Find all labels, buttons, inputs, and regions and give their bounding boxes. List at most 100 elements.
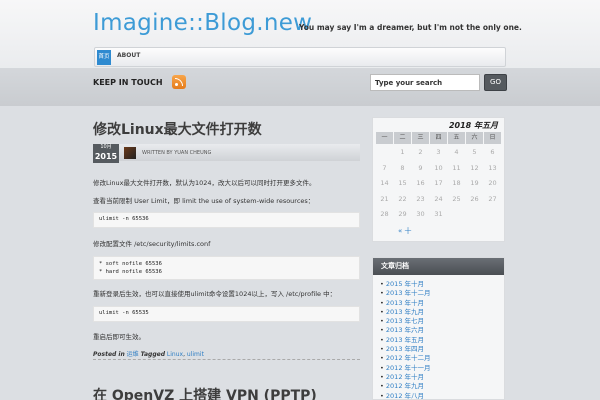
archive-item-label[interactable]: 2012 年十二月	[386, 354, 431, 362]
archive-item[interactable]: • 2013 年九月	[380, 308, 431, 317]
calendar-day: 11	[452, 163, 461, 172]
calendar-day: 6	[490, 148, 495, 156]
calendar-day: 10	[434, 163, 443, 172]
calendar-weekday: 二	[394, 132, 411, 144]
calendar-prev-link[interactable]: « 十	[398, 226, 412, 236]
archive-item[interactable]: • 2012 年九月	[380, 382, 431, 391]
archive-item-label[interactable]: 2012 年十月	[386, 373, 424, 381]
calendar-day: 2	[418, 148, 423, 156]
post-footer: Posted in 运维 Tagged Linux, ulimit	[93, 349, 360, 360]
tagged-label: Tagged	[140, 351, 165, 358]
site-title[interactable]: Imagine::Blog.new	[93, 10, 312, 36]
author-avatar	[124, 147, 136, 159]
post-paragraph: 修改配置文件 /etc/security/limits.conf	[93, 240, 211, 248]
calendar-day	[466, 208, 483, 220]
calendar-day: 3	[436, 148, 441, 156]
post-paragraph: 重启后即可生效。	[93, 333, 145, 341]
calendar-day: 29	[398, 210, 407, 218]
archive-item-label[interactable]: 2012 年十一月	[386, 364, 431, 372]
archive-item[interactable]: • 2013 年五月	[380, 336, 431, 345]
calendar-day: 20	[488, 179, 497, 187]
archive-item[interactable]: • 2012 年十一月	[380, 364, 431, 373]
calendar-day: 30	[416, 210, 425, 218]
calendar-day	[376, 146, 393, 158]
calendar-day: 28	[380, 210, 389, 218]
post-author: WRITTEN BY YUAN CHEUNG	[142, 150, 212, 156]
post-date-month: 10月	[100, 144, 112, 150]
archive-item[interactable]: • 2013 年十二月	[380, 289, 431, 298]
calendar-weekday: 三	[412, 132, 429, 144]
code-block: ulimit -n 65535	[93, 306, 360, 322]
archive-item[interactable]: • 2013 年四月	[380, 345, 431, 354]
archive-item-label[interactable]: 2013 年六月	[386, 326, 424, 334]
post-title[interactable]: 修改Linux最大文件打开数	[93, 119, 262, 139]
archive-item-label[interactable]: 2013 年五月	[386, 336, 424, 344]
site-tagline: You may say I'm a dreamer, but I'm not t…	[299, 23, 522, 32]
calendar-day: 5	[472, 148, 477, 156]
calendar-day: 9	[418, 163, 423, 172]
archive-item-label[interactable]: 2013 年十二月	[386, 289, 431, 297]
archive-item[interactable]: • 2012 年十月	[380, 373, 431, 382]
calendar-weekday: 一	[376, 132, 393, 144]
calendar-day: 19	[470, 179, 479, 187]
calendar-day: 12	[470, 163, 479, 172]
calendar-caption: 2018 年五月	[448, 121, 498, 130]
archive-item[interactable]: • 2012 年八月	[380, 392, 431, 400]
next-post-title[interactable]: 在 OpenVZ 上搭建 VPN (PPTP)	[93, 385, 317, 400]
calendar-day: 17	[434, 179, 443, 187]
calendar-day: 13	[488, 163, 497, 172]
calendar-day	[484, 208, 501, 220]
search-input[interactable]	[370, 74, 480, 91]
calendar-day: 23	[416, 194, 425, 203]
archive-list: • 2015 年十月 • 2013 年十二月 • 2013 年十月 • 2013 年九…	[380, 280, 431, 400]
calendar-day: 8	[400, 163, 405, 172]
keep-in-touch-label: KEEP IN TOUCH	[93, 78, 163, 87]
calendar-day: 24	[434, 194, 443, 203]
post-paragraph: 查看当前限制 User Limit，即 limit the use of sys…	[93, 197, 315, 205]
archive-item-label[interactable]: 2013 年十月	[386, 299, 424, 307]
calendar-day: 15	[398, 179, 407, 187]
calendar-day	[448, 208, 465, 220]
post-date-badge: 10月 2015	[93, 144, 119, 163]
archive-item[interactable]: • 2015 年十月	[380, 280, 431, 289]
calendar-day: 25	[452, 194, 461, 203]
archive-item[interactable]: • 2013 年六月	[380, 326, 431, 335]
code-block: ulimit -n 65536	[93, 212, 360, 228]
archive-item-label[interactable]: 2012 年九月	[386, 382, 424, 390]
archive-item-label[interactable]: 2012 年八月	[386, 392, 424, 400]
calendar-day: 22	[398, 194, 407, 203]
archive-item[interactable]: • 2012 年十二月	[380, 354, 431, 363]
archive-item-label[interactable]: 2013 年四月	[386, 345, 424, 353]
subheader-bar	[0, 68, 600, 106]
code-line: * hard nofile 65536	[99, 269, 162, 275]
calendar-weekday: 日	[484, 132, 501, 144]
calendar-widget: 2018 年五月 一二三四五六日 1 2 3 4 5 6 7 8 9 10 11 12 13 14 15 16 1…	[372, 117, 505, 242]
tag-link[interactable]: ulimit	[187, 351, 204, 358]
calendar-day: 27	[488, 194, 497, 203]
rss-icon[interactable]	[172, 75, 186, 89]
archive-item-label[interactable]: 2013 年九月	[386, 308, 424, 316]
archive-item-label[interactable]: 2013 年七月	[386, 317, 424, 325]
posted-in-label: Posted in	[93, 351, 125, 358]
main-nav: 首页 ABOUT	[94, 47, 506, 67]
archive-item[interactable]: • 2013 年十月	[380, 299, 431, 308]
archive-item-label[interactable]: 2015 年十月	[386, 280, 424, 288]
category-link[interactable]: 运维	[127, 351, 139, 358]
calendar-weekday: 六	[466, 132, 483, 144]
post-paragraph: 重新登录后生效，也可以直接使用ulimit命令设置1024以上，写入 /etc/…	[93, 290, 337, 298]
calendar-weekday: 四	[430, 132, 447, 144]
calendar-day: 21	[380, 194, 389, 203]
code-block: * soft nofile 65536 * hard nofile 65536	[93, 256, 360, 280]
archive-widget: 文章归档 • 2015 年十月 • 2013 年十二月 • 2013 年十月 • 20…	[372, 257, 505, 400]
calendar-day: 4	[454, 148, 459, 156]
calendar-day: 26	[470, 194, 479, 203]
nav-home-link[interactable]: 首页	[97, 50, 111, 65]
calendar-day: 16	[416, 179, 425, 187]
post-paragraph: 修改Linux最大文件打开数，默认为1024，改大以后可以同时打开更多文件。	[93, 179, 316, 187]
calendar-day: 7	[382, 163, 387, 172]
tag-link[interactable]: Linux	[167, 351, 183, 358]
calendar-day: 18	[452, 179, 461, 187]
calendar-day: 31	[434, 210, 443, 218]
search-go-button[interactable]: GO	[484, 74, 507, 91]
nav-about-link[interactable]: ABOUT	[117, 52, 140, 59]
